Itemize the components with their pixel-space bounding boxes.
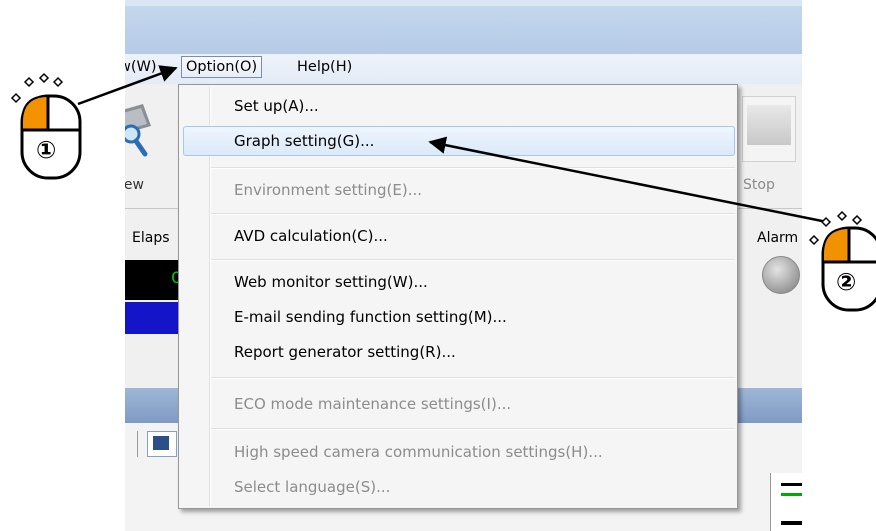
graph-trace-green [781, 493, 802, 496]
menu-separator [211, 377, 735, 379]
stop-icon [747, 105, 791, 145]
menu-item-avd-calculation[interactable]: AVD calculation(C)... [234, 227, 388, 245]
menu-item-graph-setting[interactable]: Graph setting(G)... [234, 132, 374, 150]
menu-view[interactable]: w(W) [125, 59, 157, 75]
view-button-label: iew [125, 177, 144, 193]
view-magnifier-icon[interactable] [125, 104, 155, 159]
elapsed-label: Elaps [132, 230, 170, 246]
menu-item-report-generator-setting[interactable]: Report generator setting(R)... [234, 343, 456, 361]
stop-button[interactable] [742, 96, 796, 162]
menu-item-email-sending-setting[interactable]: E-mail sending function setting(M)... [234, 308, 507, 326]
menu-separator [211, 259, 735, 261]
alarm-lamp-icon [762, 256, 800, 294]
graph-trace-black [781, 483, 802, 486]
menu-help[interactable]: Help(H) [297, 59, 352, 75]
option-dropdown-menu: Set up(A)... Graph setting(G)... Environ… [178, 84, 738, 509]
menu-item-high-speed-camera: High speed camera communication settings… [234, 443, 603, 461]
graph-preview [770, 473, 802, 531]
menu-item-set-up[interactable]: Set up(A)... [234, 97, 319, 115]
graph-window-icon [153, 436, 169, 450]
menu-item-select-language: Select language(S)... [234, 478, 391, 496]
menu-separator [211, 428, 735, 430]
menu-item-eco-mode-maintenance: ECO mode maintenance settings(I)... [234, 395, 512, 413]
menu-separator [211, 167, 735, 169]
menu-separator [211, 213, 735, 215]
step-2-label: ② [836, 268, 857, 296]
progress-bar [125, 302, 180, 334]
step-1-label: ① [36, 136, 57, 164]
alarm-label: Alarm [757, 230, 799, 246]
title-bar [125, 0, 802, 54]
menu-option[interactable]: Option(O) [181, 56, 263, 78]
graph-trace-dark [781, 521, 802, 525]
stop-button-label: Stop [743, 177, 775, 193]
toolbar-divider [137, 431, 138, 457]
menu-item-environment-setting: Environment setting(E)... [234, 181, 423, 199]
menu-bar: w(W) Option(O) Help(H) [125, 54, 802, 84]
menu-item-web-monitor-setting[interactable]: Web monitor setting(W)... [234, 273, 428, 291]
graph-window-button[interactable] [147, 431, 177, 457]
